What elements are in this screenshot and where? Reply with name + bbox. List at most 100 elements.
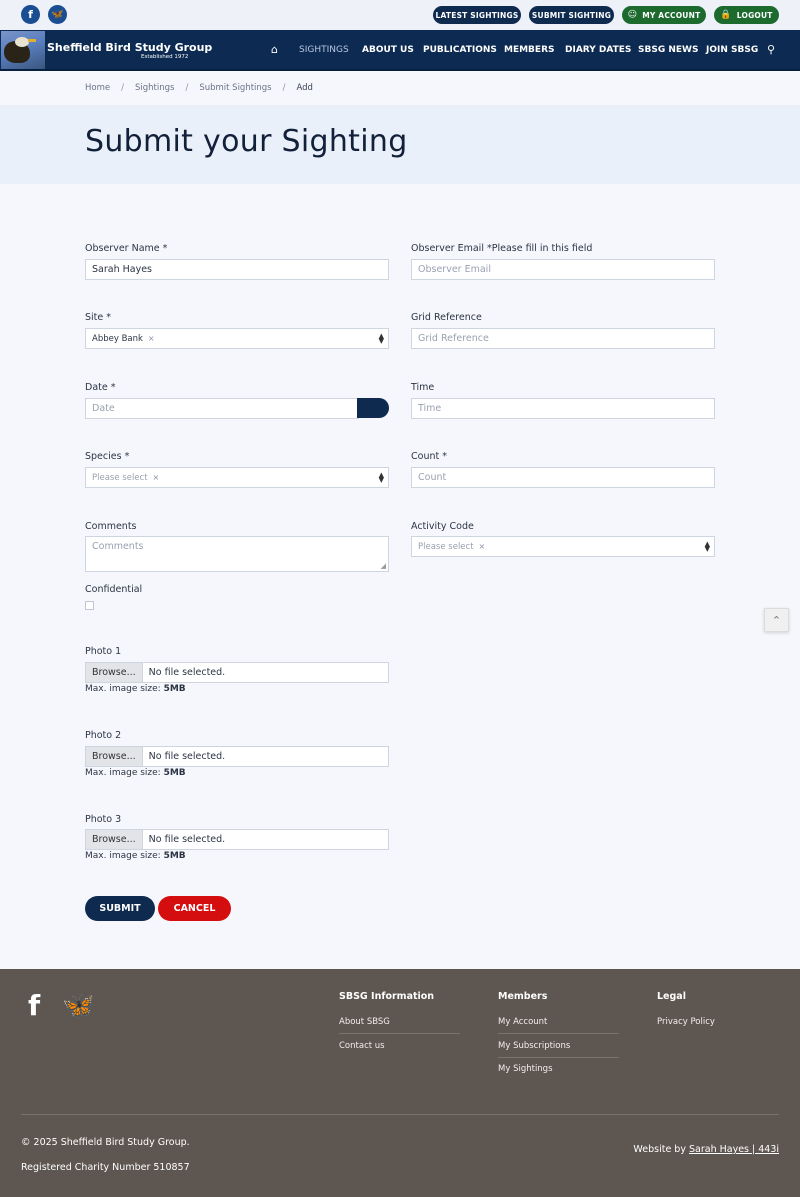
photo-2-file-status: No file selected. <box>148 751 226 762</box>
footer-divider <box>339 1033 460 1034</box>
bluesky-icon[interactable]: 🦋 <box>48 5 67 24</box>
scroll-to-top-button[interactable]: ⌃ <box>764 608 789 632</box>
photo-3-max-size: Max. image size: 5MB <box>85 851 186 861</box>
footer-credit-link[interactable]: Sarah Hayes | 443i <box>689 1144 779 1155</box>
time-input[interactable]: Time <box>411 398 715 419</box>
photo-3-file-status: No file selected. <box>148 834 226 845</box>
comments-label: Comments <box>85 521 137 532</box>
site-select[interactable]: Abbey Bank × ▲ ▼ <box>85 328 389 349</box>
count-label: Count * <box>411 451 447 462</box>
site-established: Established 1972 <box>141 54 189 60</box>
activity-code-clear-icon[interactable]: × <box>479 542 486 551</box>
site-label: Site * <box>85 312 112 323</box>
nav-members[interactable]: MEMBERS <box>504 45 554 55</box>
user-icon: ☺ <box>627 10 638 20</box>
lock-icon: 🔒 <box>720 10 732 20</box>
home-icon[interactable]: ⌂ <box>271 43 278 56</box>
footer-divider <box>498 1057 619 1058</box>
breadcrumb-current: Add <box>296 83 313 93</box>
observer-email-input[interactable]: Observer Email <box>411 259 715 280</box>
footer-members-heading: Members <box>498 991 548 1002</box>
breadcrumb-home[interactable]: Home <box>85 83 110 93</box>
photo-3-browse-button[interactable]: Browse... <box>86 830 143 849</box>
footer-legal-heading: Legal <box>657 991 686 1002</box>
date-picker-button[interactable] <box>357 398 389 418</box>
logout-label: LOGOUT <box>736 10 773 20</box>
footer-info-heading: SBSG Information <box>339 991 435 1002</box>
facebook-icon[interactable]: f <box>21 5 40 24</box>
count-input[interactable]: Count <box>411 467 715 488</box>
comments-textarea[interactable]: Comments ◢ <box>85 536 389 572</box>
date-input[interactable]: Date <box>85 398 359 419</box>
date-label: Date * <box>85 382 116 393</box>
nav-publications[interactable]: PUBLICATIONS <box>423 45 497 55</box>
footer-link-about[interactable]: About SBSG <box>339 1017 390 1027</box>
photo-2-browse-button[interactable]: Browse... <box>86 747 143 766</box>
species-placeholder: Please select <box>92 472 148 483</box>
logout-button[interactable]: 🔒 LOGOUT <box>714 6 779 24</box>
nav-join-sbsg[interactable]: JOIN SBSG <box>706 45 758 55</box>
search-icon[interactable]: ⚲ <box>767 43 775 56</box>
cancel-button[interactable]: CANCEL <box>158 896 231 921</box>
footer-facebook-icon[interactable]: f <box>28 989 40 1022</box>
submit-sighting-label: SUBMIT SIGHTING <box>531 10 612 20</box>
my-account-button[interactable]: ☺ MY ACCOUNT <box>622 6 706 24</box>
species-select[interactable]: Please select × ▲ ▼ <box>85 467 389 488</box>
breadcrumb-submit-sightings[interactable]: Submit Sightings <box>199 83 271 93</box>
activity-code-label: Activity Code <box>411 521 474 532</box>
footer-main-divider <box>21 1114 779 1115</box>
latest-sightings-label: LATEST SIGHTINGS <box>435 10 519 20</box>
observer-email-label: Observer Email *Please fill in this fiel… <box>411 243 593 254</box>
nav-about-us[interactable]: ABOUT US <box>362 45 414 55</box>
photo-1-max-size: Max. image size: 5MB <box>85 684 186 694</box>
osprey-logo-image[interactable] <box>1 31 45 69</box>
observer-name-input[interactable]: Sarah Hayes <box>85 259 389 280</box>
submit-button[interactable]: SUBMIT <box>85 896 155 921</box>
photo-2-label: Photo 2 <box>85 730 122 741</box>
footer-link-my-subscriptions[interactable]: My Subscriptions <box>498 1041 570 1051</box>
nav-sightings[interactable]: SIGHTINGS <box>299 45 349 55</box>
activity-code-select[interactable]: Please select × ▲ ▼ <box>411 536 715 557</box>
activity-code-placeholder: Please select <box>418 541 474 552</box>
top-utility-bar: f 🦋 LATEST SIGHTINGS SUBMIT SIGHTING ☺ M… <box>0 0 800 30</box>
confidential-label: Confidential <box>85 584 143 595</box>
photo-1-label: Photo 1 <box>85 646 122 657</box>
main-header: Sheffield Bird Study Group Established 1… <box>0 30 800 71</box>
footer-link-my-account[interactable]: My Account <box>498 1017 547 1027</box>
photo-1-file-input[interactable]: Browse... No file selected. <box>85 662 389 683</box>
select-arrows-icon: ▲ ▼ <box>704 540 710 553</box>
breadcrumb-sightings[interactable]: Sightings <box>135 83 174 93</box>
species-label: Species * <box>85 451 130 462</box>
footer-link-contact[interactable]: Contact us <box>339 1041 385 1051</box>
submit-sighting-button[interactable]: SUBMIT SIGHTING <box>529 6 614 24</box>
time-label: Time <box>411 382 435 393</box>
footer-link-privacy[interactable]: Privacy Policy <box>657 1017 715 1027</box>
resize-handle-icon[interactable]: ◢ <box>381 562 386 570</box>
nav-sbsg-news[interactable]: SBSG NEWS <box>638 45 698 55</box>
chevron-up-icon: ⌃ <box>771 613 782 627</box>
footer-credit: Website by Sarah Hayes | 443i <box>633 1144 779 1155</box>
observer-name-label: Observer Name * <box>85 243 168 254</box>
grid-reference-input[interactable]: Grid Reference <box>411 328 715 349</box>
nav-diary-dates[interactable]: DIARY DATES <box>565 45 631 55</box>
site-selected-value: Abbey Bank <box>92 333 143 344</box>
photo-3-file-input[interactable]: Browse... No file selected. <box>85 829 389 850</box>
photo-1-browse-button[interactable]: Browse... <box>86 663 143 682</box>
footer-divider <box>498 1033 619 1034</box>
species-clear-icon[interactable]: × <box>153 473 160 482</box>
select-arrows-icon: ▲ ▼ <box>378 332 384 345</box>
my-account-label: MY ACCOUNT <box>642 10 701 20</box>
photo-2-max-size: Max. image size: 5MB <box>85 768 186 778</box>
photo-3-label: Photo 3 <box>85 814 122 825</box>
footer-bluesky-icon[interactable]: 🦋 <box>62 991 94 1021</box>
footer-link-my-sightings[interactable]: My Sightings <box>498 1064 553 1074</box>
photo-1-file-status: No file selected. <box>148 667 226 678</box>
photo-2-file-input[interactable]: Browse... No file selected. <box>85 746 389 767</box>
footer-copyright: © 2025 Sheffield Bird Study Group. <box>21 1137 190 1148</box>
footer-charity-number: Registered Charity Number 510857 <box>21 1162 190 1173</box>
site-title[interactable]: Sheffield Bird Study Group <box>47 41 212 54</box>
latest-sightings-button[interactable]: LATEST SIGHTINGS <box>433 6 521 24</box>
site-footer: f 🦋 SBSG Information About SBSG Contact … <box>0 969 800 1197</box>
confidential-checkbox[interactable] <box>85 601 94 610</box>
site-clear-icon[interactable]: × <box>148 334 155 343</box>
